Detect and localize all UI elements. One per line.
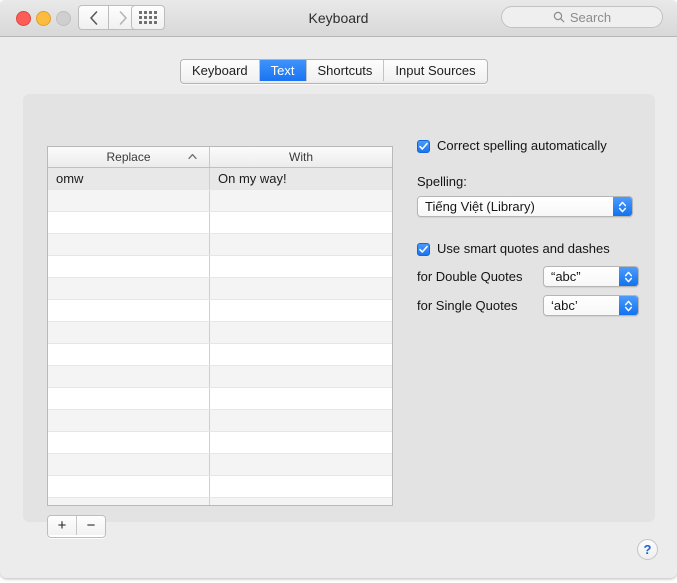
cell-replace xyxy=(48,498,210,505)
cell-replace: omw xyxy=(48,168,210,189)
cell-with xyxy=(210,278,392,299)
cell-replace xyxy=(48,300,210,321)
cell-replace xyxy=(48,278,210,299)
cell-with xyxy=(210,256,392,277)
search-placeholder: Search xyxy=(569,9,612,25)
tab-shortcuts[interactable]: Shortcuts xyxy=(306,60,385,81)
column-header-replace-label: Replace xyxy=(106,150,151,164)
checkmark-icon xyxy=(419,142,428,150)
cell-with xyxy=(210,410,392,431)
table-body: omw On my way! xyxy=(48,168,392,505)
single-quotes-row: for Single Quotes ‘abc’ xyxy=(417,295,647,316)
table-row-empty[interactable] xyxy=(48,454,392,476)
cell-replace xyxy=(48,344,210,365)
smart-quotes-row[interactable]: Use smart quotes and dashes xyxy=(417,241,647,256)
table-row-empty[interactable] xyxy=(48,366,392,388)
updown-arrows-icon xyxy=(619,267,638,286)
spelling-popup-button[interactable]: Tiếng Việt (Library) xyxy=(417,196,633,217)
spelling-popup-value: Tiếng Việt (Library) xyxy=(418,197,613,216)
cell-with xyxy=(210,322,392,343)
chevron-up-icon xyxy=(188,153,197,160)
table-row-empty[interactable] xyxy=(48,388,392,410)
cell-replace xyxy=(48,322,210,343)
smart-quotes-checkbox[interactable] xyxy=(417,243,430,256)
cell-with xyxy=(210,190,392,211)
correct-spelling-row[interactable]: Correct spelling automatically xyxy=(417,138,647,153)
tab-keyboard[interactable]: Keyboard xyxy=(181,60,260,81)
tab-input-sources[interactable]: Input Sources xyxy=(384,60,487,81)
cell-with xyxy=(210,300,392,321)
table-row-empty[interactable] xyxy=(48,476,392,498)
tab-bar: Keyboard Text Shortcuts Input Sources xyxy=(180,59,488,84)
cell-with xyxy=(210,498,392,505)
window-titlebar: Keyboard Search xyxy=(0,0,677,37)
cell-replace xyxy=(48,388,210,409)
column-header-with[interactable]: With xyxy=(210,147,392,167)
smart-quotes-label: Use smart quotes and dashes xyxy=(437,241,610,256)
search-icon xyxy=(553,11,565,23)
add-replacement-button[interactable]: + xyxy=(48,516,77,535)
cell-replace xyxy=(48,234,210,255)
cell-replace xyxy=(48,256,210,277)
cell-replace xyxy=(48,190,210,211)
table-header-row: Replace With xyxy=(48,147,392,168)
correct-spelling-checkbox[interactable] xyxy=(417,140,430,153)
table-row-empty[interactable] xyxy=(48,234,392,256)
text-replacement-table[interactable]: Replace With omw On my way! xyxy=(47,146,393,506)
content-area: Keyboard Text Shortcuts Input Sources Re… xyxy=(0,37,677,578)
table-action-buttons: + − xyxy=(47,515,106,538)
spelling-label: Spelling: xyxy=(417,174,467,189)
table-row-empty[interactable] xyxy=(48,498,392,505)
search-field[interactable]: Search xyxy=(501,6,663,28)
preferences-window: Keyboard Search Keyboard Text Shortcuts … xyxy=(0,0,677,578)
cell-with xyxy=(210,366,392,387)
cell-with xyxy=(210,476,392,497)
cell-with xyxy=(210,344,392,365)
chevron-updown-icon xyxy=(624,271,633,282)
updown-arrows-icon xyxy=(619,296,638,315)
checkmark-icon xyxy=(419,245,428,253)
cell-replace xyxy=(48,366,210,387)
single-quotes-popup-value: ‘abc’ xyxy=(544,296,619,315)
table-row-empty[interactable] xyxy=(48,278,392,300)
cell-replace xyxy=(48,212,210,233)
single-quotes-label: for Single Quotes xyxy=(417,298,518,313)
table-row-empty[interactable] xyxy=(48,256,392,278)
column-header-with-label: With xyxy=(289,150,313,164)
cell-replace xyxy=(48,454,210,475)
tab-text[interactable]: Text xyxy=(259,60,307,81)
cell-with: On my way! xyxy=(218,171,287,186)
double-quotes-popup-button[interactable]: “abc” xyxy=(543,266,639,287)
cell-with xyxy=(210,432,392,453)
table-row-empty[interactable] xyxy=(48,432,392,454)
options-column: Correct spelling automatically Spelling:… xyxy=(417,138,647,316)
single-quotes-popup-button[interactable]: ‘abc’ xyxy=(543,295,639,316)
remove-replacement-button[interactable]: − xyxy=(77,516,105,535)
updown-arrows-icon xyxy=(613,197,632,216)
cell-with xyxy=(210,212,392,233)
column-header-replace[interactable]: Replace xyxy=(48,147,210,167)
cell-with xyxy=(210,454,392,475)
table-row-empty[interactable] xyxy=(48,190,392,212)
cell-with xyxy=(210,234,392,255)
table-row-empty[interactable] xyxy=(48,300,392,322)
cell-replace xyxy=(48,410,210,431)
chevron-updown-icon xyxy=(624,300,633,311)
table-row-empty[interactable] xyxy=(48,344,392,366)
cell-with xyxy=(210,388,392,409)
table-row[interactable]: omw On my way! xyxy=(48,168,392,190)
table-row-empty[interactable] xyxy=(48,322,392,344)
correct-spelling-label: Correct spelling automatically xyxy=(437,138,607,153)
chevron-updown-icon xyxy=(618,201,627,212)
text-settings-panel: Replace With omw On my way! + − Correct … xyxy=(23,94,655,538)
table-row-empty[interactable] xyxy=(48,212,392,234)
double-quotes-label: for Double Quotes xyxy=(417,269,523,284)
cell-replace xyxy=(48,432,210,453)
cell-replace xyxy=(48,476,210,497)
double-quotes-popup-value: “abc” xyxy=(544,267,619,286)
double-quotes-row: for Double Quotes “abc” xyxy=(417,266,647,287)
help-button[interactable]: ? xyxy=(637,539,658,560)
table-row-empty[interactable] xyxy=(48,410,392,432)
